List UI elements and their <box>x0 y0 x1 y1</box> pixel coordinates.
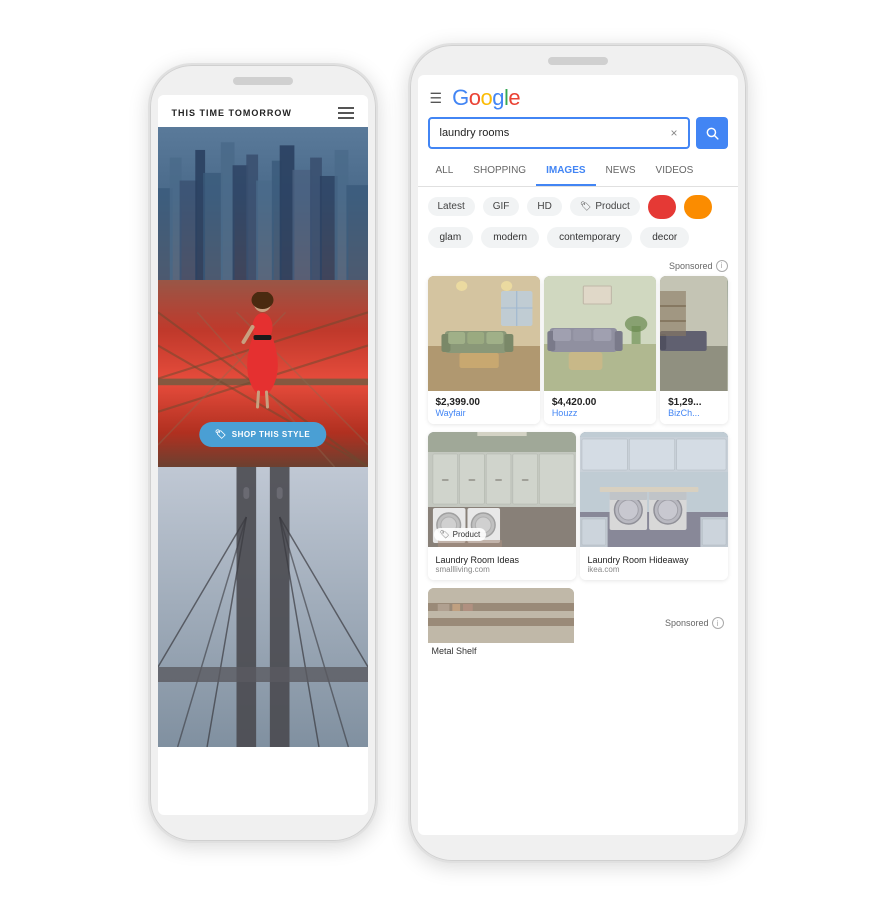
google-logo: Google <box>452 85 520 111</box>
laundry2-svg <box>580 432 728 547</box>
woman-figure-svg <box>235 292 290 412</box>
product-price-1: $2,399.00 <box>436 397 532 408</box>
blog-title: THIS TIME TOMORROW <box>172 108 292 118</box>
partial-label: Metal Shelf <box>432 646 570 656</box>
bottom-row: Metal Shelf Sponsored i <box>418 584 738 659</box>
sponsored-label: Sponsored i <box>418 256 738 276</box>
product-price-2: $4,420.00 <box>552 397 648 408</box>
filter-hd[interactable]: HD <box>527 197 561 216</box>
tab-images[interactable]: IMAGES <box>536 157 595 186</box>
tab-news[interactable]: NEWS <box>596 157 646 186</box>
laundry-label-1: Laundry Room Ideas <box>436 555 568 565</box>
product-info-3: $1,29... BizCh... <box>660 391 727 424</box>
laundry-info-2: Laundry Room Hideaway ikea.com <box>580 547 728 580</box>
sponsored-info-icon[interactable]: i <box>716 260 728 272</box>
product-badge-label-1: Product <box>453 530 481 539</box>
laundry-card-2[interactable]: Laundry Room Hideaway ikea.com <box>580 432 728 580</box>
partial-shelf-svg <box>428 588 574 643</box>
laundry-image-1: 🏷 Product <box>428 432 576 547</box>
filter-color-red[interactable] <box>648 195 676 219</box>
partial-card-bottom: Metal Shelf <box>428 588 574 659</box>
laundry-source-1: smallliving.com <box>436 565 568 574</box>
product-info-1: $2,399.00 Wayfair <box>428 391 540 424</box>
phone-right-screen: ☰ Google laundry rooms × <box>418 75 738 835</box>
partial-info: Metal Shelf <box>428 643 574 659</box>
suggestion-modern[interactable]: modern <box>481 227 539 248</box>
blog-second-image <box>158 467 368 747</box>
room2-svg <box>544 276 656 391</box>
product-store-3: BizCh... <box>668 408 719 418</box>
room-image-3 <box>660 276 727 391</box>
filter-product-label: Product <box>595 201 629 212</box>
hamburger-menu-icon[interactable] <box>338 107 354 119</box>
product-store-1: Wayfair <box>436 408 532 418</box>
room1-svg <box>428 276 540 391</box>
phone-right: ☰ Google laundry rooms × <box>408 43 748 863</box>
laundry-label-2: Laundry Room Hideaway <box>588 555 720 565</box>
product-card-houzz[interactable]: $4,420.00 Houzz <box>544 276 656 424</box>
suggestion-glam[interactable]: glam <box>428 227 474 248</box>
suggestion-contemporary[interactable]: contemporary <box>547 227 632 248</box>
suggestion-row: glam modern contemporary decor <box>418 227 738 256</box>
search-submit-button[interactable] <box>696 117 728 149</box>
google-menu-icon[interactable]: ☰ <box>430 91 443 105</box>
bottom-sponsored-info-icon[interactable]: i <box>712 617 724 629</box>
bridge-below-svg <box>158 467 368 747</box>
search-icon <box>705 126 719 140</box>
room-image-2 <box>544 276 656 391</box>
search-clear-icon[interactable]: × <box>670 126 677 140</box>
bottom-sponsored-label: Sponsored <box>665 618 709 628</box>
google-header: ☰ Google <box>418 75 738 117</box>
laundry-image-2 <box>580 432 728 547</box>
search-bar-row: laundry rooms × <box>418 117 738 157</box>
search-bar[interactable]: laundry rooms × <box>428 117 690 149</box>
nav-tabs: ALL SHOPPING IMAGES NEWS VIDEOS <box>418 157 738 187</box>
product-price-3: $1,29... <box>668 397 719 408</box>
phone-left-screen: THIS TIME TOMORROW <box>158 95 368 815</box>
room-image-1 <box>428 276 540 391</box>
product-info-2: $4,420.00 Houzz <box>544 391 656 424</box>
tag-icon: 🏷 <box>215 429 227 440</box>
product-store-2: Houzz <box>552 408 648 418</box>
product-tag-icon: 🏷 <box>580 201 591 212</box>
partial-thumb <box>428 588 574 643</box>
laundry-card-1[interactable]: 🏷 Product Laundry Room Ideas smallliving… <box>428 432 576 580</box>
filter-gif[interactable]: GIF <box>483 197 520 216</box>
product-card-wayfair[interactable]: $2,399.00 Wayfair <box>428 276 540 424</box>
suggestion-decor[interactable]: decor <box>640 227 689 248</box>
shopping-grid-row1: $2,399.00 Wayfair <box>418 276 738 428</box>
laundry-source-2: ikea.com <box>588 565 720 574</box>
shop-btn-label: SHOP THIS STYLE <box>232 430 310 439</box>
bottom-sponsored-row: Sponsored i <box>578 617 728 629</box>
filter-latest[interactable]: Latest <box>428 197 475 216</box>
tab-shopping[interactable]: SHOPPING <box>463 157 536 186</box>
room3-svg <box>660 276 727 391</box>
blog-main-image: 🏷 SHOP THIS STYLE <box>158 127 368 467</box>
filter-product[interactable]: 🏷 Product <box>570 197 640 216</box>
shop-style-button[interactable]: 🏷 SHOP THIS STYLE <box>199 422 326 447</box>
search-query-text: laundry rooms <box>440 127 510 139</box>
tab-all[interactable]: ALL <box>426 157 464 186</box>
blog-header: THIS TIME TOMORROW <box>158 95 368 127</box>
phone-left: THIS TIME TOMORROW <box>148 63 378 843</box>
filter-color-orange[interactable] <box>684 195 712 219</box>
laundry-info-1: Laundry Room Ideas smallliving.com <box>428 547 576 580</box>
product-card-bizch[interactable]: $1,29... BizCh... <box>660 276 727 424</box>
product-badge-1: 🏷 Product <box>434 528 487 541</box>
filter-row: Latest GIF HD 🏷 Product <box>418 187 738 227</box>
editorial-grid-row2: 🏷 Product Laundry Room Ideas smallliving… <box>418 432 738 584</box>
tab-videos[interactable]: VIDEOS <box>646 157 704 186</box>
